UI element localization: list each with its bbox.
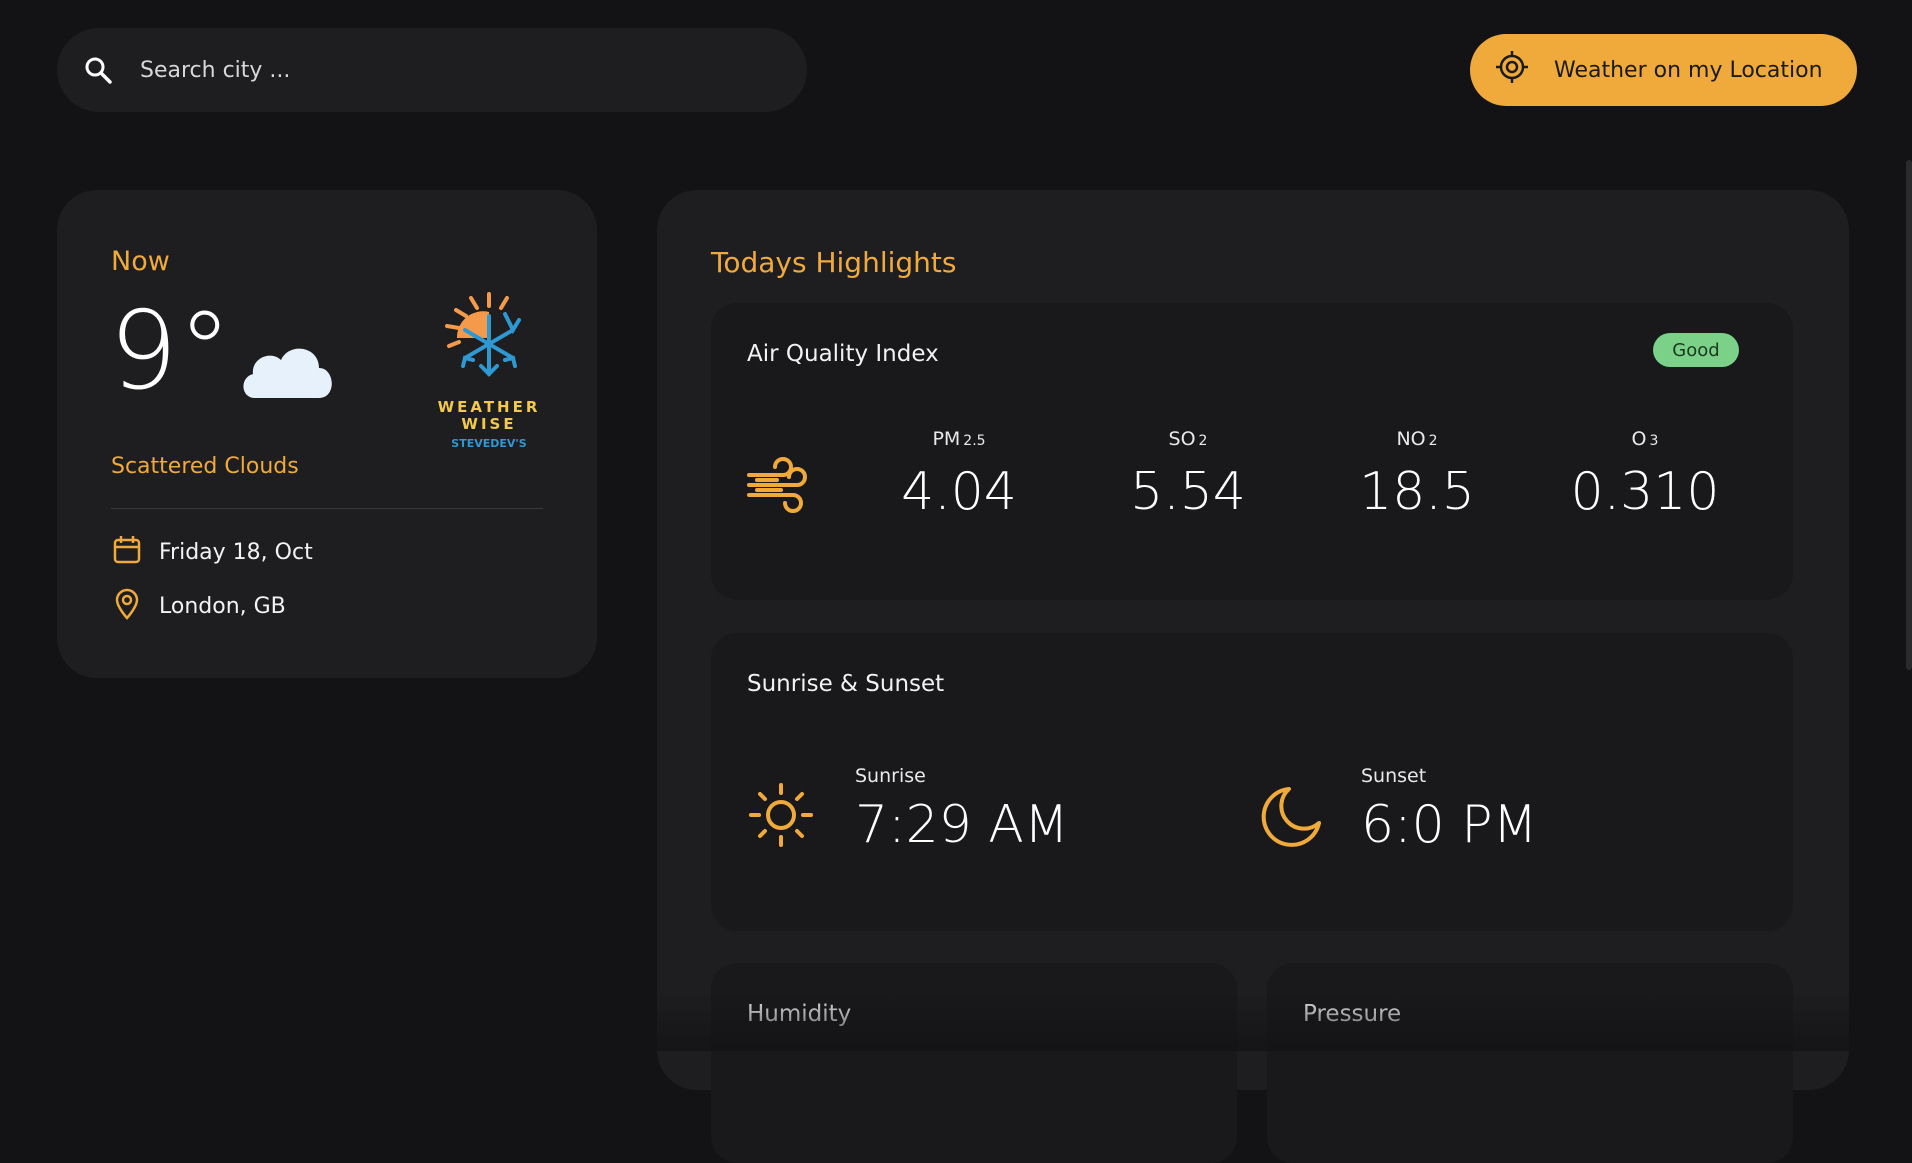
weather-condition: Scattered Clouds — [111, 454, 299, 479]
humidity-card: Humidity — [711, 963, 1237, 1163]
page-scrollbar[interactable] — [1906, 160, 1912, 670]
pollutant-so2: SO 2 5.54 — [1103, 428, 1273, 522]
air-quality-title: Air Quality Index — [747, 341, 939, 367]
sunrise-label: Sunrise — [855, 765, 926, 787]
pollutant-label: PM 2.5 — [932, 428, 986, 450]
search-bar[interactable] — [57, 28, 807, 112]
temperature: 9° — [109, 289, 232, 414]
sunset-label: Sunset — [1361, 765, 1427, 787]
location-button-label: Weather on my Location — [1554, 57, 1823, 83]
weather-wise-logo: WEATHER WISE STEVEDEV'S — [419, 280, 559, 450]
divider — [111, 508, 543, 509]
header: Weather on my Location — [0, 0, 1912, 140]
location-row: London, GB — [111, 588, 286, 624]
pressure-title: Pressure — [1303, 1001, 1402, 1027]
pollutant-label: O3 — [1631, 428, 1659, 450]
highlights-title: Todays Highlights — [711, 246, 957, 279]
pollutant-value: 4.04 — [901, 462, 1017, 522]
pollutant-value: 0.310 — [1570, 462, 1720, 522]
pollutant-value: 5.54 — [1130, 462, 1246, 522]
crosshair-icon — [1495, 50, 1529, 90]
weather-on-my-location-button[interactable]: Weather on my Location — [1470, 34, 1857, 106]
search-input[interactable] — [138, 56, 758, 84]
sunrise-sunset-title: Sunrise & Sunset — [747, 671, 945, 697]
pollutant-no2: NO 2 18.5 — [1332, 428, 1502, 522]
wind-icon — [747, 453, 811, 517]
air-quality-status-badge: Good — [1653, 333, 1739, 367]
pressure-card: Pressure — [1267, 963, 1793, 1163]
humidity-title: Humidity — [747, 1001, 852, 1027]
moon-icon — [1259, 783, 1325, 853]
pollutant-label: NO 2 — [1396, 428, 1438, 450]
logo-text-stevedev: STEVEDEV'S — [451, 437, 526, 450]
current-weather-card: Now 9° WEATHER WISE STEVEDEV'S Scattered… — [57, 190, 597, 678]
logo-text-weather: WEATHER — [438, 398, 541, 416]
pollutant-pm25: PM 2.5 4.04 — [874, 428, 1044, 522]
pollutant-value: 18.5 — [1359, 462, 1475, 522]
pollutant-label: SO 2 — [1168, 428, 1208, 450]
sunset-value: 6:0 PM — [1361, 795, 1538, 855]
sunrise-sunset-card: Sunrise & Sunset Sunrise 7:29 AM Sunset … — [711, 633, 1793, 931]
todays-highlights-card: Todays Highlights Air Quality Index Good… — [657, 190, 1849, 1163]
current-location: London, GB — [159, 593, 286, 619]
date-row: Friday 18, Oct — [111, 534, 313, 570]
air-quality-card: Air Quality Index Good PM 2.5 4.04 SO 2 5.… — [711, 303, 1793, 600]
logo-text-wise: WISE — [461, 415, 516, 433]
location-pin-icon — [111, 588, 143, 624]
current-date: Friday 18, Oct — [159, 539, 313, 565]
sunrise-value: 7:29 AM — [855, 795, 1069, 855]
pollutant-o3: O3 0.310 — [1560, 428, 1730, 522]
cloud-icon — [237, 336, 337, 406]
search-icon[interactable] — [82, 54, 114, 86]
now-title: Now — [111, 246, 170, 277]
calendar-icon — [111, 534, 143, 570]
sun-icon — [747, 781, 815, 853]
